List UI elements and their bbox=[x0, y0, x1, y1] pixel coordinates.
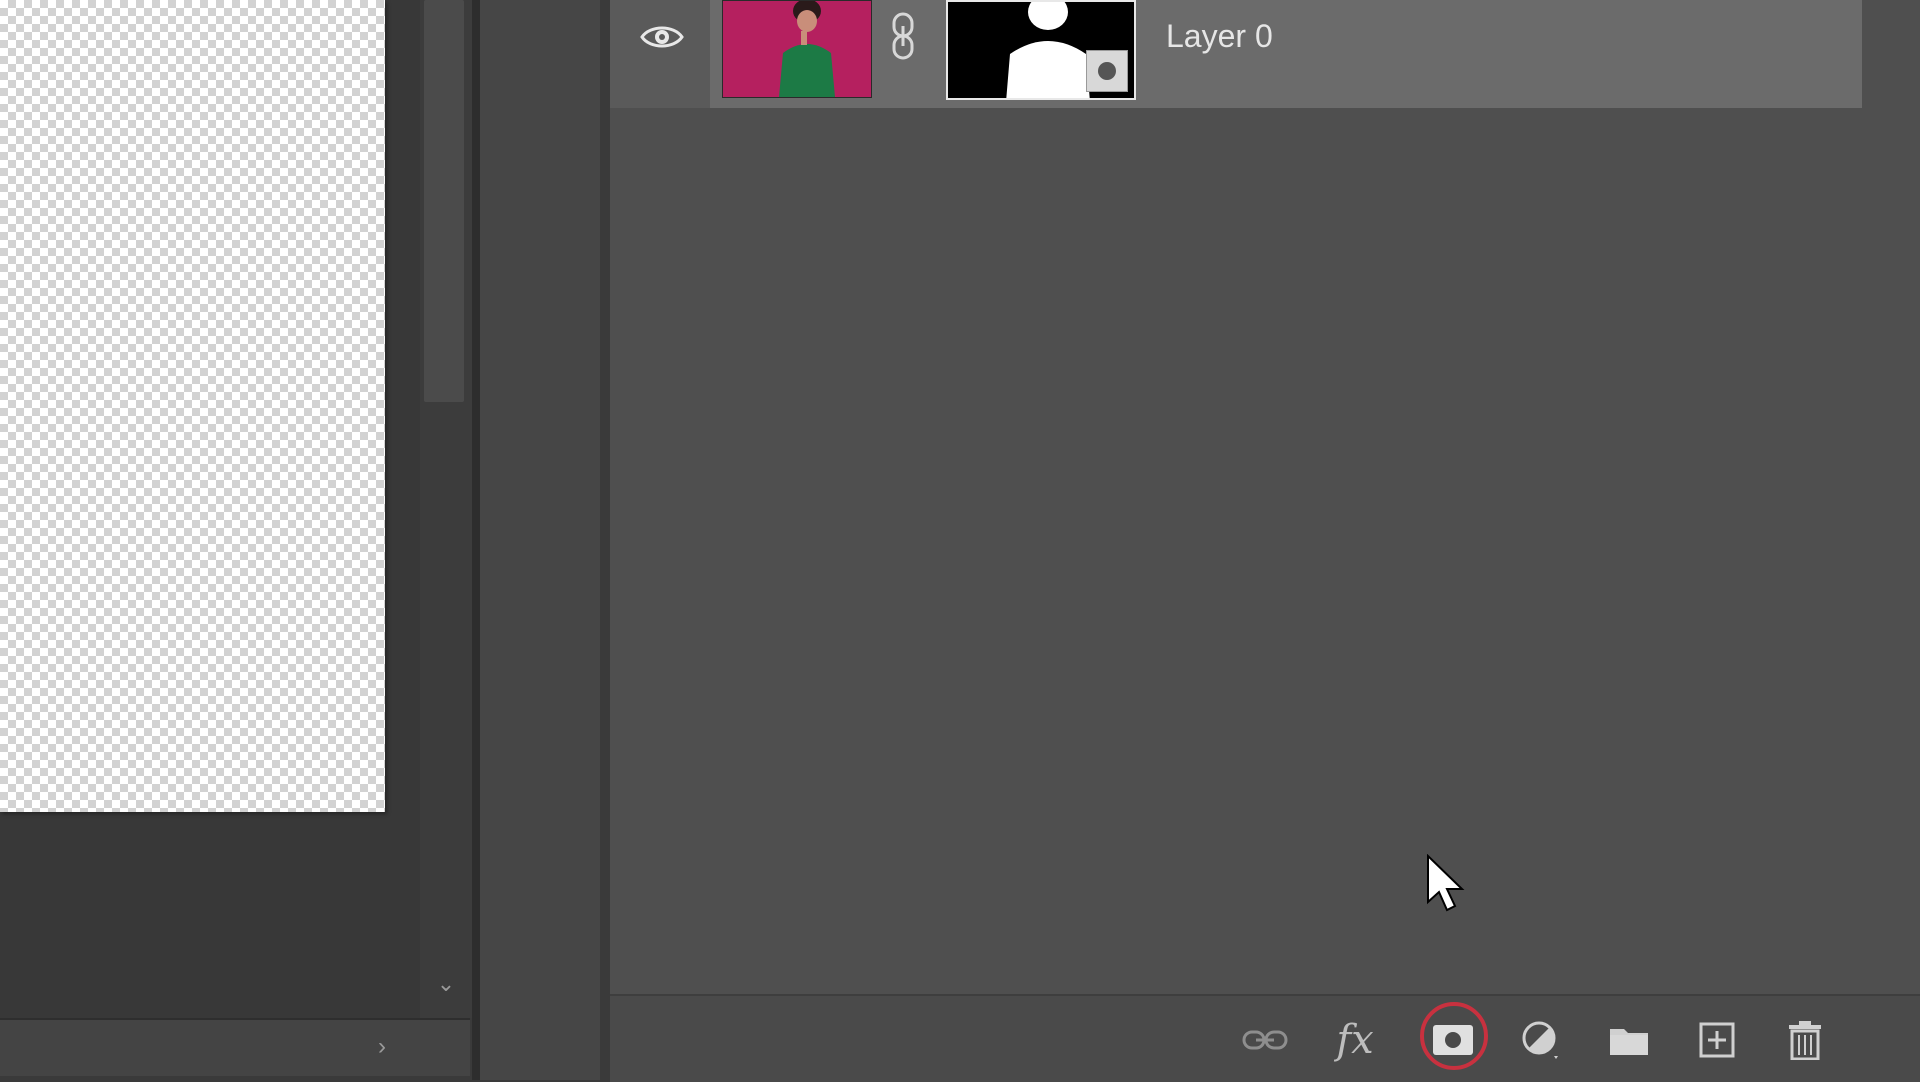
fx-icon[interactable]: fx bbox=[1330, 1020, 1380, 1060]
layer-name[interactable]: Layer 0 bbox=[1166, 18, 1273, 54]
adjustment-layer-icon[interactable] bbox=[1516, 1020, 1566, 1060]
layer-row[interactable]: Layer 0 bbox=[610, 0, 1862, 108]
chevron-right-icon[interactable]: › bbox=[370, 1034, 394, 1060]
link-layers-icon[interactable] bbox=[1240, 1020, 1290, 1060]
panel-divider bbox=[472, 0, 480, 1080]
layers-panel: Layer 0 fx bbox=[610, 0, 1920, 1082]
vertical-scrollbar[interactable]: ⌄ bbox=[420, 0, 472, 1018]
transparent-canvas[interactable] bbox=[0, 0, 385, 812]
new-layer-icon[interactable] bbox=[1692, 1020, 1742, 1060]
chevron-down-icon[interactable]: ⌄ bbox=[434, 972, 458, 996]
mask-indicator-icon bbox=[1086, 50, 1128, 92]
mask-link-icon[interactable] bbox=[888, 12, 918, 60]
layer-thumbnail[interactable] bbox=[722, 0, 872, 98]
eye-icon[interactable] bbox=[640, 22, 684, 52]
document-canvas-area[interactable] bbox=[0, 0, 420, 1018]
highlight-ring bbox=[1420, 1002, 1488, 1070]
visibility-toggle[interactable] bbox=[610, 0, 710, 108]
folder-icon[interactable] bbox=[1604, 1020, 1654, 1060]
vertical-scroll-thumb[interactable] bbox=[424, 0, 464, 402]
horizontal-scrollbar[interactable]: › bbox=[0, 1018, 470, 1076]
trash-icon[interactable] bbox=[1780, 1020, 1830, 1060]
layer-mask-thumbnail[interactable] bbox=[946, 0, 1136, 100]
mouse-cursor-icon bbox=[1427, 854, 1465, 912]
panel-dock-column bbox=[480, 0, 606, 1080]
layers-bottom-toolbar: fx bbox=[610, 994, 1920, 1082]
